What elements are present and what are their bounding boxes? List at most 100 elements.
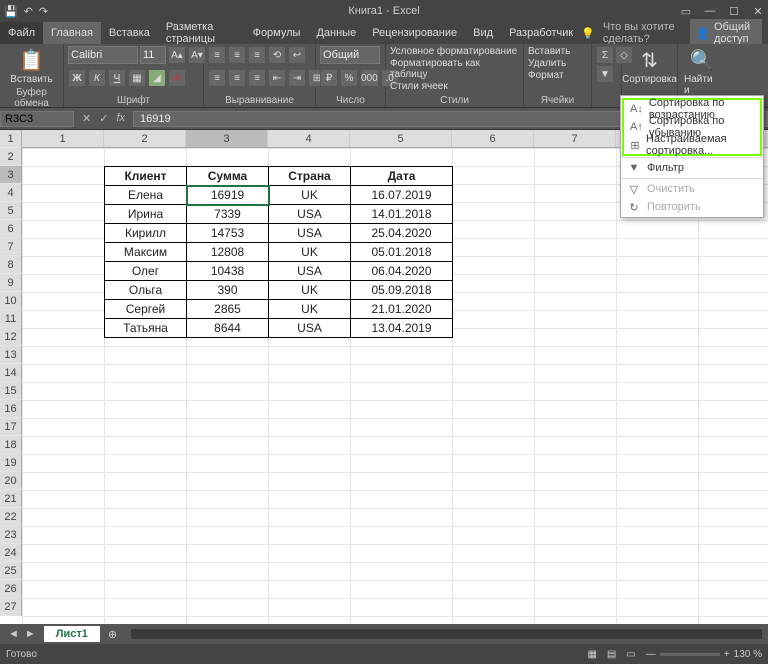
- cell[interactable]: Максим: [105, 243, 187, 262]
- indent-dec-icon[interactable]: ⇤: [268, 69, 286, 87]
- cell[interactable]: 7339: [187, 205, 269, 224]
- th-sum[interactable]: Сумма: [187, 167, 269, 186]
- number-format[interactable]: [320, 46, 380, 64]
- row-header[interactable]: 6: [0, 220, 22, 238]
- orient-icon[interactable]: ⟲: [268, 46, 286, 64]
- zoom-level[interactable]: 130 %: [734, 649, 762, 660]
- cell[interactable]: 14.01.2018: [351, 205, 453, 224]
- fx-icon[interactable]: fx: [116, 112, 125, 125]
- zoom-control[interactable]: — + 130 %: [646, 649, 762, 660]
- minimize-icon[interactable]: —: [704, 5, 716, 18]
- row-header[interactable]: 8: [0, 256, 22, 274]
- view-layout-icon[interactable]: ▤: [607, 649, 616, 660]
- save-icon[interactable]: 💾: [4, 5, 18, 18]
- th-client[interactable]: Клиент: [105, 167, 187, 186]
- menu-filter[interactable]: ▼ Фильтр: [621, 159, 763, 177]
- col-header[interactable]: 3: [186, 130, 268, 147]
- view-break-icon[interactable]: ▭: [626, 649, 635, 660]
- cell[interactable]: USA: [269, 224, 351, 243]
- maximize-icon[interactable]: ☐: [728, 5, 740, 18]
- col-header[interactable]: 1: [22, 130, 104, 147]
- tab-layout[interactable]: Разметка страницы: [158, 22, 245, 44]
- row-header[interactable]: 9: [0, 274, 22, 292]
- view-normal-icon[interactable]: ▦: [587, 649, 596, 660]
- find-button[interactable]: 🔍 Найти и: [682, 46, 722, 98]
- tab-data[interactable]: Данные: [308, 22, 364, 44]
- col-header[interactable]: 7: [534, 130, 616, 147]
- cell[interactable]: 16919: [187, 186, 269, 205]
- italic-icon[interactable]: К: [88, 69, 106, 87]
- paste-button[interactable]: 📋 Вставить: [4, 46, 59, 87]
- tab-review[interactable]: Рецензирование: [364, 22, 465, 44]
- insert-cells-button[interactable]: Вставить: [528, 46, 570, 57]
- cell-styles-button[interactable]: Стили ячеек: [390, 81, 448, 92]
- cell[interactable]: Олег: [105, 262, 187, 281]
- col-header[interactable]: 4: [268, 130, 350, 147]
- col-header[interactable]: 2: [104, 130, 186, 147]
- cell[interactable]: USA: [269, 319, 351, 338]
- autosum-icon[interactable]: Σ: [596, 46, 614, 64]
- cell[interactable]: Елена: [105, 186, 187, 205]
- cell[interactable]: 10438: [187, 262, 269, 281]
- percent-icon[interactable]: %: [340, 69, 358, 87]
- row-header[interactable]: 14: [0, 364, 22, 382]
- cell[interactable]: UK: [269, 300, 351, 319]
- row-header[interactable]: 5: [0, 202, 22, 220]
- row-header[interactable]: 16: [0, 400, 22, 418]
- cond-format-button[interactable]: Условное форматирование: [390, 46, 517, 57]
- tab-home[interactable]: Главная: [43, 22, 101, 44]
- tab-view[interactable]: Вид: [465, 22, 501, 44]
- row-header[interactable]: 11: [0, 310, 22, 328]
- cell[interactable]: 25.04.2020: [351, 224, 453, 243]
- row-header[interactable]: 4: [0, 184, 22, 202]
- format-cells-button[interactable]: Формат: [528, 70, 564, 81]
- zoom-slider[interactable]: [660, 653, 720, 656]
- add-sheet-icon[interactable]: ⊕: [100, 628, 125, 641]
- cell[interactable]: USA: [269, 262, 351, 281]
- sheet-prev-icon[interactable]: ◄: [8, 628, 19, 640]
- align-mid-icon[interactable]: ≡: [228, 46, 246, 64]
- font-color-icon[interactable]: A: [168, 69, 186, 87]
- sort-filter-button[interactable]: ⇅ Сортировка: [626, 46, 673, 87]
- align-left-icon[interactable]: ≡: [208, 69, 226, 87]
- align-bot-icon[interactable]: ≡: [248, 46, 266, 64]
- indent-inc-icon[interactable]: ⇥: [288, 69, 306, 87]
- row-header[interactable]: 1: [0, 130, 22, 148]
- currency-icon[interactable]: ₽: [320, 69, 338, 87]
- redo-icon[interactable]: ↷: [39, 5, 48, 18]
- row-header[interactable]: 13: [0, 346, 22, 364]
- row-header[interactable]: 18: [0, 436, 22, 454]
- sheet-next-icon[interactable]: ►: [25, 628, 36, 640]
- row-header[interactable]: 20: [0, 472, 22, 490]
- cell[interactable]: 06.04.2020: [351, 262, 453, 281]
- cell[interactable]: 16.07.2019: [351, 186, 453, 205]
- row-header[interactable]: 26: [0, 580, 22, 598]
- close-icon[interactable]: ✕: [752, 5, 764, 18]
- row-header[interactable]: 24: [0, 544, 22, 562]
- cell[interactable]: 21.01.2020: [351, 300, 453, 319]
- cell[interactable]: Кирилл: [105, 224, 187, 243]
- row-header[interactable]: 21: [0, 490, 22, 508]
- row-header[interactable]: 3: [0, 166, 22, 184]
- align-right-icon[interactable]: ≡: [248, 69, 266, 87]
- ribbon-opts-icon[interactable]: ▭: [680, 5, 692, 18]
- row-header[interactable]: 15: [0, 382, 22, 400]
- tab-file[interactable]: Файл: [0, 22, 43, 44]
- underline-icon[interactable]: Ч: [108, 69, 126, 87]
- fill-icon[interactable]: ◢: [148, 69, 166, 87]
- cell[interactable]: 13.04.2019: [351, 319, 453, 338]
- th-date[interactable]: Дата: [351, 167, 453, 186]
- cell[interactable]: USA: [269, 205, 351, 224]
- row-header[interactable]: 2: [0, 148, 22, 166]
- cell[interactable]: 2865: [187, 300, 269, 319]
- cell[interactable]: Ольга: [105, 281, 187, 300]
- align-top-icon[interactable]: ≡: [208, 46, 226, 64]
- cell[interactable]: UK: [269, 243, 351, 262]
- sheet-tab-active[interactable]: Лист1: [44, 626, 100, 642]
- format-table-button[interactable]: Форматировать как таблицу: [390, 58, 519, 80]
- th-country[interactable]: Страна: [269, 167, 351, 186]
- name-box[interactable]: [0, 111, 74, 127]
- cell[interactable]: 05.09.2018: [351, 281, 453, 300]
- cell[interactable]: 390: [187, 281, 269, 300]
- cell[interactable]: 8644: [187, 319, 269, 338]
